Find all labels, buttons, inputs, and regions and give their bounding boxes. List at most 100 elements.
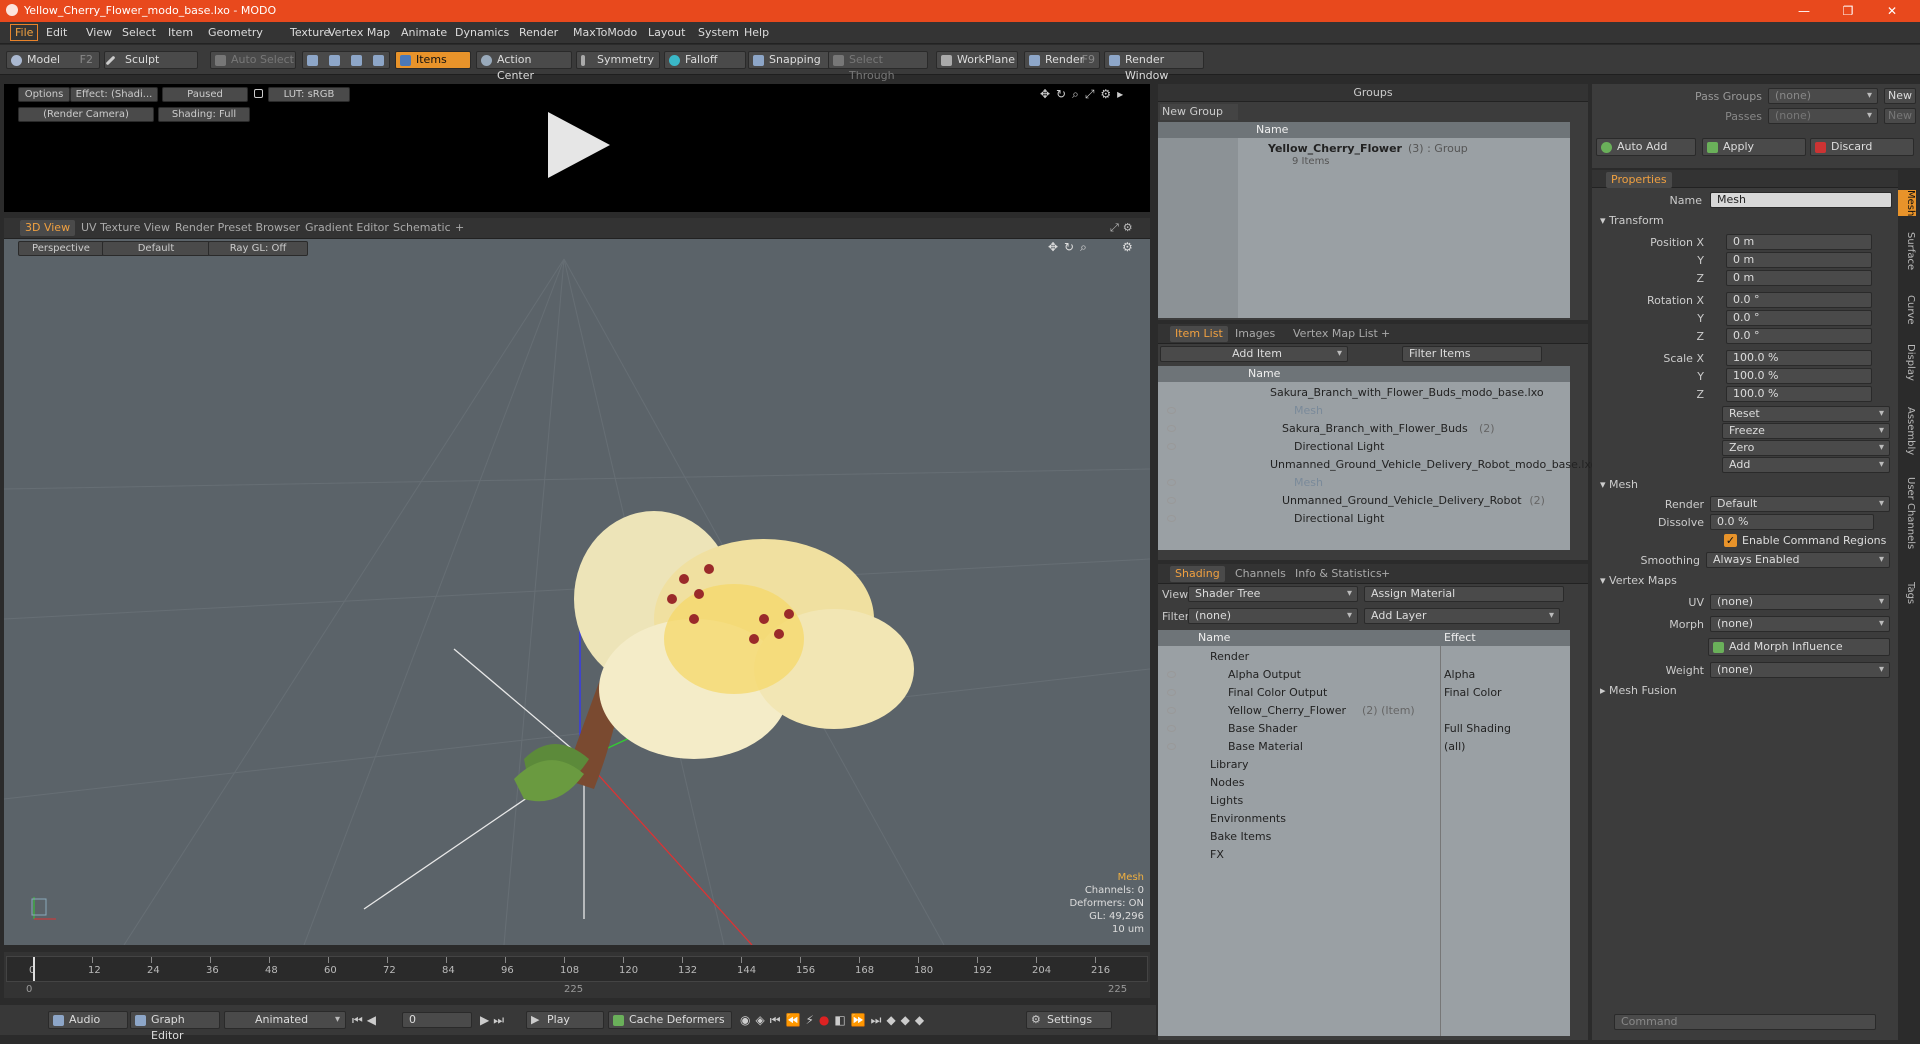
- group-item-name[interactable]: Yellow_Cherry_Flower: [1268, 142, 1402, 155]
- viewport-tab-3[interactable]: Gradient Editor: [300, 220, 394, 236]
- menu-render[interactable]: Render: [519, 26, 558, 39]
- shader-tree-row[interactable]: Base Material (all): [1158, 738, 1570, 756]
- maximize-button[interactable]: ❐: [1826, 2, 1870, 20]
- itemlist-tab-0[interactable]: Item List: [1170, 326, 1228, 342]
- vertices-mode-icon[interactable]: [307, 55, 318, 66]
- side-tab-display[interactable]: Display: [1898, 344, 1916, 381]
- menu-layout[interactable]: Layout: [648, 26, 685, 39]
- close-button[interactable]: ✕: [1870, 2, 1914, 20]
- rotation-y-field[interactable]: 0.0 °: [1726, 310, 1872, 326]
- discard-button[interactable]: Discard: [1810, 138, 1914, 156]
- menu-texture[interactable]: Texture: [290, 26, 330, 39]
- shading-dropdown[interactable]: Shading: Full: [158, 107, 250, 122]
- side-tab-mesh[interactable]: Mesh: [1898, 190, 1916, 217]
- itemlist-tab-2[interactable]: Vertex Map List: [1288, 326, 1383, 342]
- shader-effect[interactable]: Full Shading: [1444, 720, 1511, 738]
- shader-tree-row[interactable]: Environments: [1158, 810, 1570, 828]
- dissolve-field[interactable]: 0.0 %: [1710, 514, 1874, 530]
- item-name-field[interactable]: Mesh: [1710, 192, 1892, 208]
- filter-dropdown[interactable]: (none): [1188, 608, 1358, 624]
- smoothing-dropdown[interactable]: Always Enabled: [1706, 552, 1890, 568]
- scale-x-field[interactable]: 100.0 %: [1726, 350, 1872, 366]
- play-button[interactable]: ▶ Play: [526, 1011, 604, 1029]
- side-tab-surface[interactable]: Surface: [1898, 232, 1916, 270]
- lock-icon[interactable]: [254, 89, 263, 98]
- auto-select-button[interactable]: Auto Select: [210, 51, 296, 69]
- edges-mode-icon[interactable]: [329, 55, 340, 66]
- shading-tab-3[interactable]: +: [1376, 566, 1395, 582]
- item-list-row[interactable]: Sakura_Branch_with_Flower_Buds_modo_base…: [1158, 384, 1570, 402]
- position-z-field[interactable]: 0 m: [1726, 270, 1872, 286]
- pass-groups-dropdown[interactable]: (none): [1768, 88, 1878, 104]
- add-item-dropdown[interactable]: Add Item: [1160, 346, 1348, 362]
- view-dropdown[interactable]: Shader Tree: [1188, 586, 1358, 602]
- menu-maxtomodo[interactable]: MaxToModo: [573, 26, 637, 39]
- play-icon[interactable]: [544, 110, 614, 180]
- viewport-tab-1[interactable]: UV Texture View: [76, 220, 175, 236]
- shader-tree-row[interactable]: Lights: [1158, 792, 1570, 810]
- materials-mode-icon[interactable]: [373, 55, 384, 66]
- command-input[interactable]: Command: [1614, 1014, 1876, 1030]
- position-y-field[interactable]: 0 m: [1726, 252, 1872, 268]
- shading-tab-1[interactable]: Channels: [1230, 566, 1291, 582]
- new-pass-group-button[interactable]: New: [1884, 88, 1916, 104]
- rotation-x-field[interactable]: 0.0 °: [1726, 292, 1872, 308]
- key-tools-icons[interactable]: ◉◈⏮⏪⚡●◧⏩⏭◆◆◆: [740, 1013, 929, 1028]
- visibility-eye-icon[interactable]: [1167, 725, 1176, 732]
- apply-button[interactable]: Apply: [1702, 138, 1806, 156]
- assign-material-field[interactable]: Assign Material: [1364, 586, 1564, 602]
- shader-effect[interactable]: Final Color: [1444, 684, 1502, 702]
- side-tab-curve[interactable]: Curve: [1898, 295, 1916, 325]
- render-window-button[interactable]: Render Window: [1104, 51, 1204, 82]
- add-layer-dropdown[interactable]: Add Layer: [1364, 608, 1560, 624]
- menu-view[interactable]: View: [86, 26, 112, 39]
- shader-tree-row[interactable]: FX: [1158, 846, 1570, 864]
- items-mode-button[interactable]: Items: [395, 51, 471, 69]
- lut-dropdown[interactable]: LUT: sRGB: [268, 87, 350, 102]
- shading-tab-0[interactable]: Shading: [1170, 566, 1225, 582]
- reset-dropdown[interactable]: Reset: [1722, 406, 1890, 422]
- itemlist-tab-1[interactable]: Images: [1230, 326, 1280, 342]
- polygons-mode-icon[interactable]: [351, 55, 362, 66]
- visibility-eye-icon[interactable]: [1167, 707, 1176, 714]
- menu-animate[interactable]: Animate: [401, 26, 447, 39]
- model-mode-button[interactable]: Model F2: [6, 51, 100, 69]
- menu-system[interactable]: System: [698, 26, 739, 39]
- preview-effect-dropdown[interactable]: Effect: (Shadi...: [70, 87, 158, 102]
- zero-dropdown[interactable]: Zero: [1722, 440, 1890, 456]
- itemlist-tab-3[interactable]: +: [1376, 326, 1395, 342]
- item-list-row[interactable]: Sakura_Branch_with_Flower_Buds (2): [1158, 420, 1570, 438]
- shader-tree-row[interactable]: Base Shader Full Shading: [1158, 720, 1570, 738]
- item-list-row[interactable]: Mesh: [1158, 402, 1570, 420]
- side-tab-tags[interactable]: Tags: [1898, 582, 1916, 604]
- side-tab-user-channels[interactable]: User Channels: [1898, 477, 1916, 549]
- audio-button[interactable]: Audio: [48, 1011, 128, 1029]
- rotation-z-field[interactable]: 0.0 °: [1726, 328, 1872, 344]
- preview-pause-button[interactable]: Paused: [162, 87, 248, 102]
- viewport-tab-5[interactable]: +: [450, 220, 469, 236]
- action-center-button[interactable]: Action Center: [476, 51, 572, 82]
- menu-geometry[interactable]: Geometry: [208, 26, 263, 39]
- visibility-eye-icon[interactable]: [1167, 407, 1176, 414]
- vertex-maps-section[interactable]: ▾ Vertex Maps: [1600, 574, 1677, 587]
- visibility-eye-icon[interactable]: [1167, 443, 1176, 450]
- shader-tree-row[interactable]: Nodes: [1158, 774, 1570, 792]
- animated-dropdown[interactable]: Animated: [224, 1011, 346, 1029]
- scale-z-field[interactable]: 100.0 %: [1726, 386, 1872, 402]
- visibility-eye-icon[interactable]: [1167, 497, 1176, 504]
- shader-tree-row[interactable]: Render: [1158, 648, 1570, 666]
- side-tab-assembly[interactable]: Assembly: [1898, 407, 1916, 455]
- menu-item[interactable]: Item: [168, 26, 193, 39]
- shader-tree-row[interactable]: Yellow_Cherry_Flower (2) (Item): [1158, 702, 1570, 720]
- shading-tab-2[interactable]: Info & Statistics: [1290, 566, 1387, 582]
- filter-items-field[interactable]: Filter Items: [1402, 346, 1542, 362]
- mesh-fusion-section[interactable]: ▸ Mesh Fusion: [1600, 684, 1677, 697]
- shader-effect[interactable]: Alpha: [1444, 666, 1475, 684]
- new-pass-button[interactable]: New: [1884, 108, 1916, 124]
- preview-nav-icons[interactable]: ✥↻⌕⤢⚙▸: [1040, 87, 1129, 102]
- graph-editor-button[interactable]: Graph Editor: [130, 1011, 220, 1042]
- preview-options-button[interactable]: Options: [18, 87, 70, 102]
- flower-model[interactable]: [514, 511, 914, 802]
- viewport-tab-0[interactable]: 3D View: [20, 220, 76, 236]
- shader-tree-row[interactable]: Library: [1158, 756, 1570, 774]
